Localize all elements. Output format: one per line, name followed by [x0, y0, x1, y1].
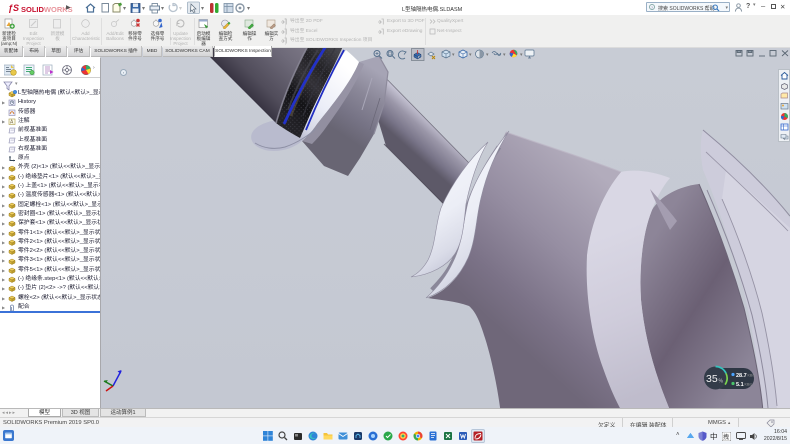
svg-text:拽: 拽 — [723, 433, 729, 441]
svg-text:28.7: 28.7 — [736, 373, 747, 379]
svg-text:▾: ▾ — [161, 6, 164, 12]
svg-text:5.1: 5.1 — [736, 382, 744, 388]
svg-text:▾: ▾ — [142, 6, 145, 12]
svg-text:35: 35 — [706, 373, 718, 385]
svg-text:▾: ▾ — [247, 6, 250, 12]
svg-text:▾: ▾ — [486, 52, 489, 58]
svg-text:KB/s: KB/s — [748, 374, 756, 378]
svg-text:%: % — [719, 379, 724, 385]
svg-text:▾: ▾ — [201, 6, 204, 12]
svg-text:▾: ▾ — [469, 52, 472, 58]
svg-text:▾: ▾ — [179, 6, 182, 12]
svg-text:▾: ▾ — [520, 52, 523, 58]
svg-text:▾: ▾ — [452, 52, 455, 58]
svg-text:▾: ▾ — [123, 6, 126, 12]
svg-text:KB/s: KB/s — [745, 383, 753, 387]
svg-text:▾: ▾ — [503, 52, 506, 58]
